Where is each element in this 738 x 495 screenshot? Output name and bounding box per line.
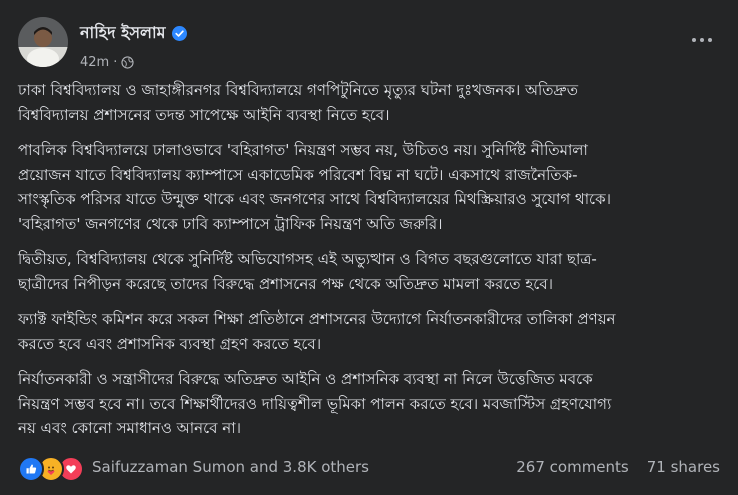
- paragraph-3: দ্বিতীয়ত, বিশ্ববিদ্যালয় থেকে সুনির্দিষ…: [18, 250, 597, 293]
- avatar-image: [18, 17, 68, 67]
- paragraph-5: নির্যাতনকারী ও সন্ত্রাসীদের বিরুদ্ধে অতি…: [18, 370, 612, 437]
- shares-count[interactable]: 71 shares: [647, 456, 720, 478]
- avatar[interactable]: [18, 17, 68, 67]
- paragraph-1: ঢাকা বিশ্ববিদ্যালয় ও জাহাঙ্গীরনগর বিশ্ব…: [18, 81, 578, 124]
- post-time[interactable]: 42m: [80, 55, 109, 70]
- post-header: নাহিদ ইসলাম 42m ·: [16, 16, 722, 70]
- reactors-text[interactable]: Saifuzzaman Sumon and 3.8K others: [92, 456, 369, 478]
- reaction-icons[interactable]: [18, 456, 84, 482]
- comments-count[interactable]: 267 comments: [516, 456, 628, 478]
- engagement-bar: Saifuzzaman Sumon and 3.8K others 267 co…: [16, 452, 722, 482]
- verified-badge-icon: [171, 26, 187, 41]
- engagement-stats: 267 comments 71 shares: [516, 456, 720, 478]
- more-horizontal-icon[interactable]: [688, 26, 716, 54]
- globe-icon[interactable]: [121, 56, 134, 69]
- author-name[interactable]: নাহিদ ইসলাম: [80, 20, 166, 47]
- meta-separator: ·: [113, 55, 118, 70]
- like-icon: [18, 456, 44, 482]
- paragraph-2: পাবলিক বিশ্ববিদ্যালয়ে ঢালাওভাবে 'বহিরাগ…: [18, 141, 611, 233]
- paragraph-4: ফ্যাক্ট ফাইন্ডিং কমিশন করে সকল শিক্ষা প্…: [18, 310, 616, 353]
- post-text: ঢাকা বিশ্ববিদ্যালয় ও জাহাঙ্গীরনগর বিশ্ব…: [18, 78, 718, 452]
- author-block: নাহিদ ইসলাম 42m ·: [80, 20, 187, 70]
